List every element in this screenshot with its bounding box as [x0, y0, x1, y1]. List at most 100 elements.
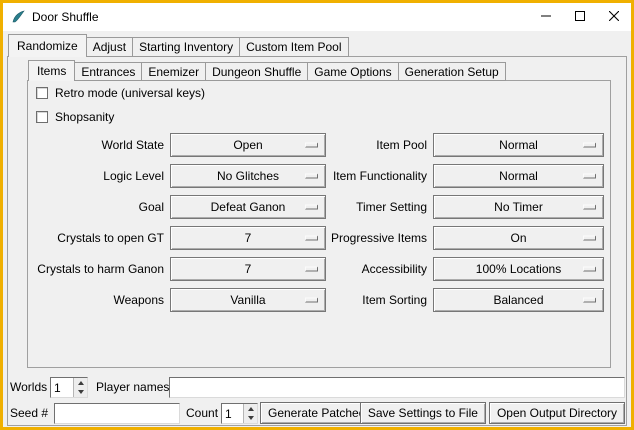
tab-game-options[interactable]: Game Options [307, 62, 398, 81]
maximize-button[interactable] [563, 3, 597, 31]
timer-setting-dropdown[interactable]: No Timer [433, 195, 604, 219]
goal-label: Goal [36, 200, 166, 214]
timer-setting-label: Timer Setting [330, 200, 429, 214]
checkbox-box-icon [36, 111, 48, 123]
close-button[interactable] [597, 3, 631, 31]
tab-generation-setup[interactable]: Generation Setup [398, 62, 506, 81]
options-grid: World State Open Item Pool Normal Logic … [36, 129, 604, 315]
player-names-input[interactable] [169, 377, 625, 398]
checkbox-box-icon [36, 87, 48, 99]
world-state-label: World State [36, 138, 166, 152]
tab-starting-inventory[interactable]: Starting Inventory [132, 37, 240, 57]
dropdown-value: 100% Locations [476, 262, 561, 276]
dropdown-indicator-icon [305, 204, 318, 209]
weapons-dropdown[interactable]: Vanilla [170, 288, 326, 312]
dropdown-indicator-icon [583, 204, 596, 209]
player-names-label: Player names [96, 377, 169, 398]
accessibility-dropdown[interactable]: 100% Locations [433, 257, 604, 281]
dropdown-indicator-icon [305, 142, 318, 147]
arrow-up-icon [248, 407, 254, 411]
app-icon [10, 9, 26, 25]
tab-adjust[interactable]: Adjust [86, 37, 133, 57]
tab-randomize[interactable]: Randomize [8, 34, 87, 57]
title-bar: Door Shuffle [3, 3, 631, 31]
progressive-items-dropdown[interactable]: On [433, 226, 604, 250]
save-settings-button[interactable]: Save Settings to File [360, 402, 486, 424]
window-title: Door Shuffle [32, 10, 99, 24]
count-input[interactable] [222, 404, 243, 423]
tab-items[interactable]: Items [28, 60, 75, 81]
weapons-label: Weapons [36, 293, 166, 307]
item-pool-label: Item Pool [330, 138, 429, 152]
caption-buttons [529, 3, 631, 31]
checkbox-label: Retro mode (universal keys) [55, 86, 205, 100]
logic-level-dropdown[interactable]: No Glitches [170, 164, 326, 188]
spin-up-button[interactable] [74, 378, 87, 388]
dropdown-indicator-icon [305, 235, 318, 240]
goal-dropdown[interactable]: Defeat Ganon [170, 195, 326, 219]
sub-tab-strip: Items Entrances Enemizer Dungeon Shuffle… [28, 60, 505, 81]
dropdown-indicator-icon [305, 266, 318, 271]
dropdown-value: 7 [245, 231, 252, 245]
dropdown-value: Vanilla [230, 293, 265, 307]
item-pool-dropdown[interactable]: Normal [433, 133, 604, 157]
dropdown-indicator-icon [583, 297, 596, 302]
dropdown-value: Balanced [493, 293, 543, 307]
worlds-spinner [50, 377, 88, 398]
worlds-input[interactable] [51, 378, 73, 397]
crystals-open-gt-dropdown[interactable]: 7 [170, 226, 326, 250]
arrow-down-icon [248, 416, 254, 420]
seed-label: Seed # [10, 403, 48, 424]
minimize-icon [541, 10, 551, 24]
dropdown-indicator-icon [305, 173, 318, 178]
accessibility-label: Accessibility [330, 262, 429, 276]
tab-entrances[interactable]: Entrances [74, 62, 142, 81]
crystals-harm-ganon-dropdown[interactable]: 7 [170, 257, 326, 281]
window: Door Shuffle Randomize Adjust Starti [0, 0, 634, 430]
checkbox-label: Shopsanity [55, 110, 114, 124]
spin-up-button[interactable] [244, 404, 257, 414]
arrow-up-icon [78, 381, 84, 385]
count-spinner [221, 403, 258, 424]
dropdown-value: Open [233, 138, 262, 152]
dropdown-value: Normal [499, 169, 538, 183]
dropdown-indicator-icon [583, 142, 596, 147]
item-functionality-dropdown[interactable]: Normal [433, 164, 604, 188]
spin-down-button[interactable] [244, 414, 257, 424]
dropdown-indicator-icon [583, 266, 596, 271]
crystals-harm-ganon-label: Crystals to harm Ganon [36, 262, 166, 276]
dropdown-indicator-icon [583, 235, 596, 240]
arrow-down-icon [78, 390, 84, 394]
close-icon [609, 10, 619, 24]
main-tab-strip: Randomize Adjust Starting Inventory Cust… [8, 34, 348, 57]
crystals-open-gt-label: Crystals to open GT [36, 231, 166, 245]
dropdown-value: No Glitches [217, 169, 279, 183]
count-spin-arrows [243, 404, 257, 423]
item-sorting-dropdown[interactable]: Balanced [433, 288, 604, 312]
dropdown-value: On [510, 231, 526, 245]
world-state-dropdown[interactable]: Open [170, 133, 326, 157]
progressive-items-label: Progressive Items [330, 231, 429, 245]
tab-dungeon-shuffle[interactable]: Dungeon Shuffle [205, 62, 308, 81]
seed-input[interactable] [54, 403, 180, 424]
minimize-button[interactable] [529, 3, 563, 31]
open-output-directory-button[interactable]: Open Output Directory [489, 402, 625, 424]
worlds-spin-arrows [73, 378, 87, 397]
shopsanity-checkbox[interactable]: Shopsanity [36, 109, 114, 124]
tab-enemizer[interactable]: Enemizer [141, 62, 206, 81]
item-sorting-label: Item Sorting [330, 293, 429, 307]
dropdown-indicator-icon [305, 297, 318, 302]
dropdown-value: No Timer [494, 200, 543, 214]
tab-custom-item-pool[interactable]: Custom Item Pool [239, 37, 348, 57]
dropdown-value: Defeat Ganon [211, 200, 286, 214]
item-functionality-label: Item Functionality [330, 169, 429, 183]
logic-level-label: Logic Level [36, 169, 166, 183]
dropdown-value: 7 [245, 262, 252, 276]
retro-mode-checkbox[interactable]: Retro mode (universal keys) [36, 85, 205, 100]
worlds-label: Worlds [10, 377, 47, 398]
spin-down-button[interactable] [74, 388, 87, 398]
maximize-icon [575, 10, 585, 24]
count-label: Count [186, 403, 218, 424]
dropdown-indicator-icon [583, 173, 596, 178]
dropdown-value: Normal [499, 138, 538, 152]
